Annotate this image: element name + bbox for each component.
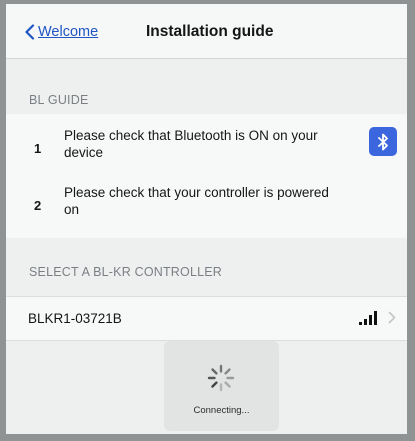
bl-guide-header: BL GUIDE xyxy=(29,93,89,107)
step-text: Please check that Bluetooth is ON on you… xyxy=(64,128,318,160)
signal-strength-icon xyxy=(359,311,377,325)
step-text: Please check that your controller is pow… xyxy=(64,185,329,217)
page-title: Installation guide xyxy=(146,23,274,40)
bl-guide-list: 1 Please check that Bluetooth is ON on y… xyxy=(6,114,407,238)
back-chevron-icon xyxy=(25,24,35,40)
controller-list-item[interactable]: BLKR1-03721B xyxy=(6,296,407,341)
navigation-bar: Welcome Installation guide xyxy=(6,4,407,59)
controller-name: BLKR1-03721B xyxy=(28,311,122,326)
spinner-icon xyxy=(207,364,235,392)
back-button-label: Welcome xyxy=(38,24,99,40)
bluetooth-icon xyxy=(378,133,388,150)
bluetooth-badge xyxy=(369,127,397,156)
connecting-overlay: Connecting... xyxy=(164,341,279,431)
controller-section-header: SELECT A BL-KR CONTROLLER xyxy=(29,265,223,279)
connecting-status-text: Connecting... xyxy=(193,405,250,416)
screen: Welcome Installation guide BL GUIDE 1 Pl… xyxy=(6,4,407,434)
back-button[interactable]: Welcome xyxy=(24,22,98,42)
step-number: 2 xyxy=(34,198,42,213)
step-number: 1 xyxy=(34,141,42,156)
chevron-right-icon xyxy=(388,311,396,324)
